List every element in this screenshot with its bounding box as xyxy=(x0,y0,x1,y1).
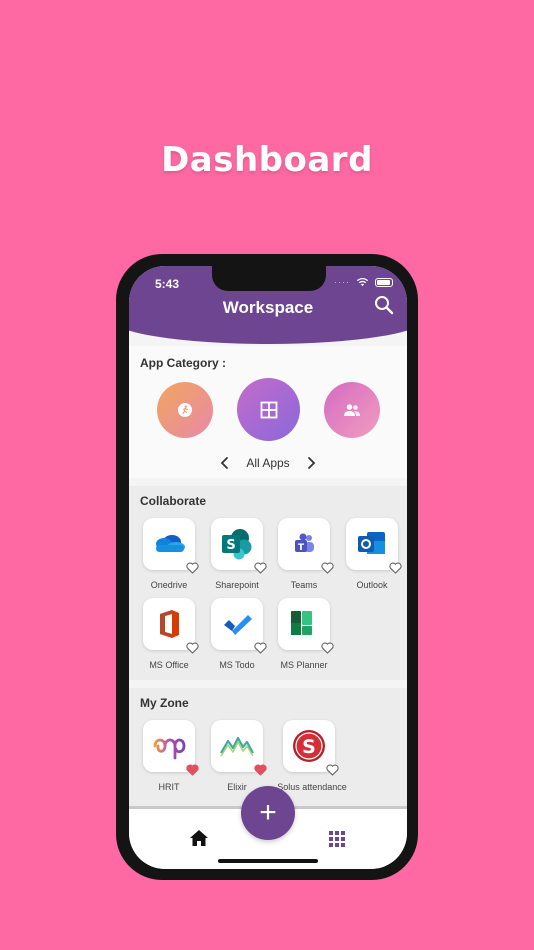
app-tile-outlook[interactable] xyxy=(346,518,402,574)
favorite-heart-icon[interactable] xyxy=(321,562,334,574)
apps-grid-icon[interactable] xyxy=(329,831,345,847)
app-label: HRIT xyxy=(158,782,180,792)
app-tile-ms-office[interactable] xyxy=(143,598,199,654)
app-category-section: App Category : All Apps xyxy=(129,346,407,478)
hrit-icon xyxy=(153,738,186,760)
app-tile-teams[interactable]: T xyxy=(278,518,334,574)
favorite-heart-icon[interactable] xyxy=(321,642,334,654)
wifi-icon xyxy=(356,277,369,287)
favorite-heart-icon[interactable] xyxy=(254,642,267,654)
app-label: MS Todo xyxy=(219,660,255,670)
outlook-icon xyxy=(358,532,385,554)
teams-icon: T xyxy=(295,533,314,553)
home-icon[interactable] xyxy=(189,829,209,847)
app-label: MS Office xyxy=(149,660,189,670)
favorite-heart-icon[interactable] xyxy=(254,562,267,574)
home-indicator xyxy=(218,859,318,863)
chevron-left-icon[interactable] xyxy=(218,456,232,470)
running-person-icon xyxy=(178,403,192,417)
app-label: MS Planner xyxy=(280,660,328,670)
app-tile-solus-attendance[interactable]: S xyxy=(283,720,339,776)
category-personal[interactable] xyxy=(157,382,213,438)
favorite-heart-icon[interactable] xyxy=(186,764,199,776)
favorite-heart-icon[interactable] xyxy=(254,764,267,776)
category-pager-label: All Apps xyxy=(246,456,290,470)
phone-screen: 5:43 ···· Workspace App Category : All A… xyxy=(129,266,407,869)
collaborate-section: Collaborate Onedrive S Sharepoint T Team… xyxy=(129,486,407,680)
app-tile-ms-todo[interactable] xyxy=(211,598,267,654)
section-title-collaborate: Collaborate xyxy=(140,494,207,508)
status-icons: ···· xyxy=(334,277,393,287)
favorite-heart-icon[interactable] xyxy=(186,562,199,574)
app-tile-sharepoint[interactable]: S xyxy=(211,518,267,574)
grid-icon xyxy=(260,401,277,418)
app-tile-elixir[interactable] xyxy=(211,720,267,776)
page-title: Workspace xyxy=(222,298,314,317)
svg-text:S: S xyxy=(226,538,235,553)
status-time: 5:43 xyxy=(155,277,180,291)
app-tile-onedrive[interactable] xyxy=(143,518,199,574)
add-button[interactable]: + xyxy=(241,786,295,840)
todo-icon xyxy=(224,615,252,635)
office-icon xyxy=(160,610,179,638)
solus-icon: S xyxy=(293,730,325,762)
app-label: Sharepoint xyxy=(215,580,259,590)
chevron-right-icon[interactable] xyxy=(304,456,318,470)
elixir-icon xyxy=(220,736,254,757)
app-tile-ms-planner[interactable] xyxy=(278,598,334,654)
section-title-category: App Category : xyxy=(140,356,227,370)
planner-icon xyxy=(291,611,312,635)
app-label: Teams xyxy=(290,580,318,590)
sharepoint-icon: S xyxy=(222,529,252,560)
battery-icon xyxy=(375,277,393,287)
phone-notch xyxy=(212,266,326,291)
signal-icon: ···· xyxy=(334,277,350,287)
section-title-my-zone: My Zone xyxy=(140,696,189,710)
app-tile-hrit[interactable] xyxy=(143,720,199,776)
app-label: Outlook xyxy=(356,580,388,590)
category-all-apps[interactable] xyxy=(237,378,300,441)
svg-text:S: S xyxy=(302,736,316,758)
app-label: Onedrive xyxy=(150,580,188,590)
category-pager: All Apps xyxy=(129,456,407,470)
favorite-heart-icon[interactable] xyxy=(326,764,339,776)
users-icon xyxy=(344,404,360,416)
category-team[interactable] xyxy=(324,382,380,438)
search-icon[interactable] xyxy=(373,294,395,316)
promo-title: Dashboard xyxy=(161,140,373,180)
onedrive-icon xyxy=(156,535,185,552)
svg-text:T: T xyxy=(298,543,305,553)
favorite-heart-icon[interactable] xyxy=(186,642,199,654)
favorite-heart-icon[interactable] xyxy=(389,562,402,574)
